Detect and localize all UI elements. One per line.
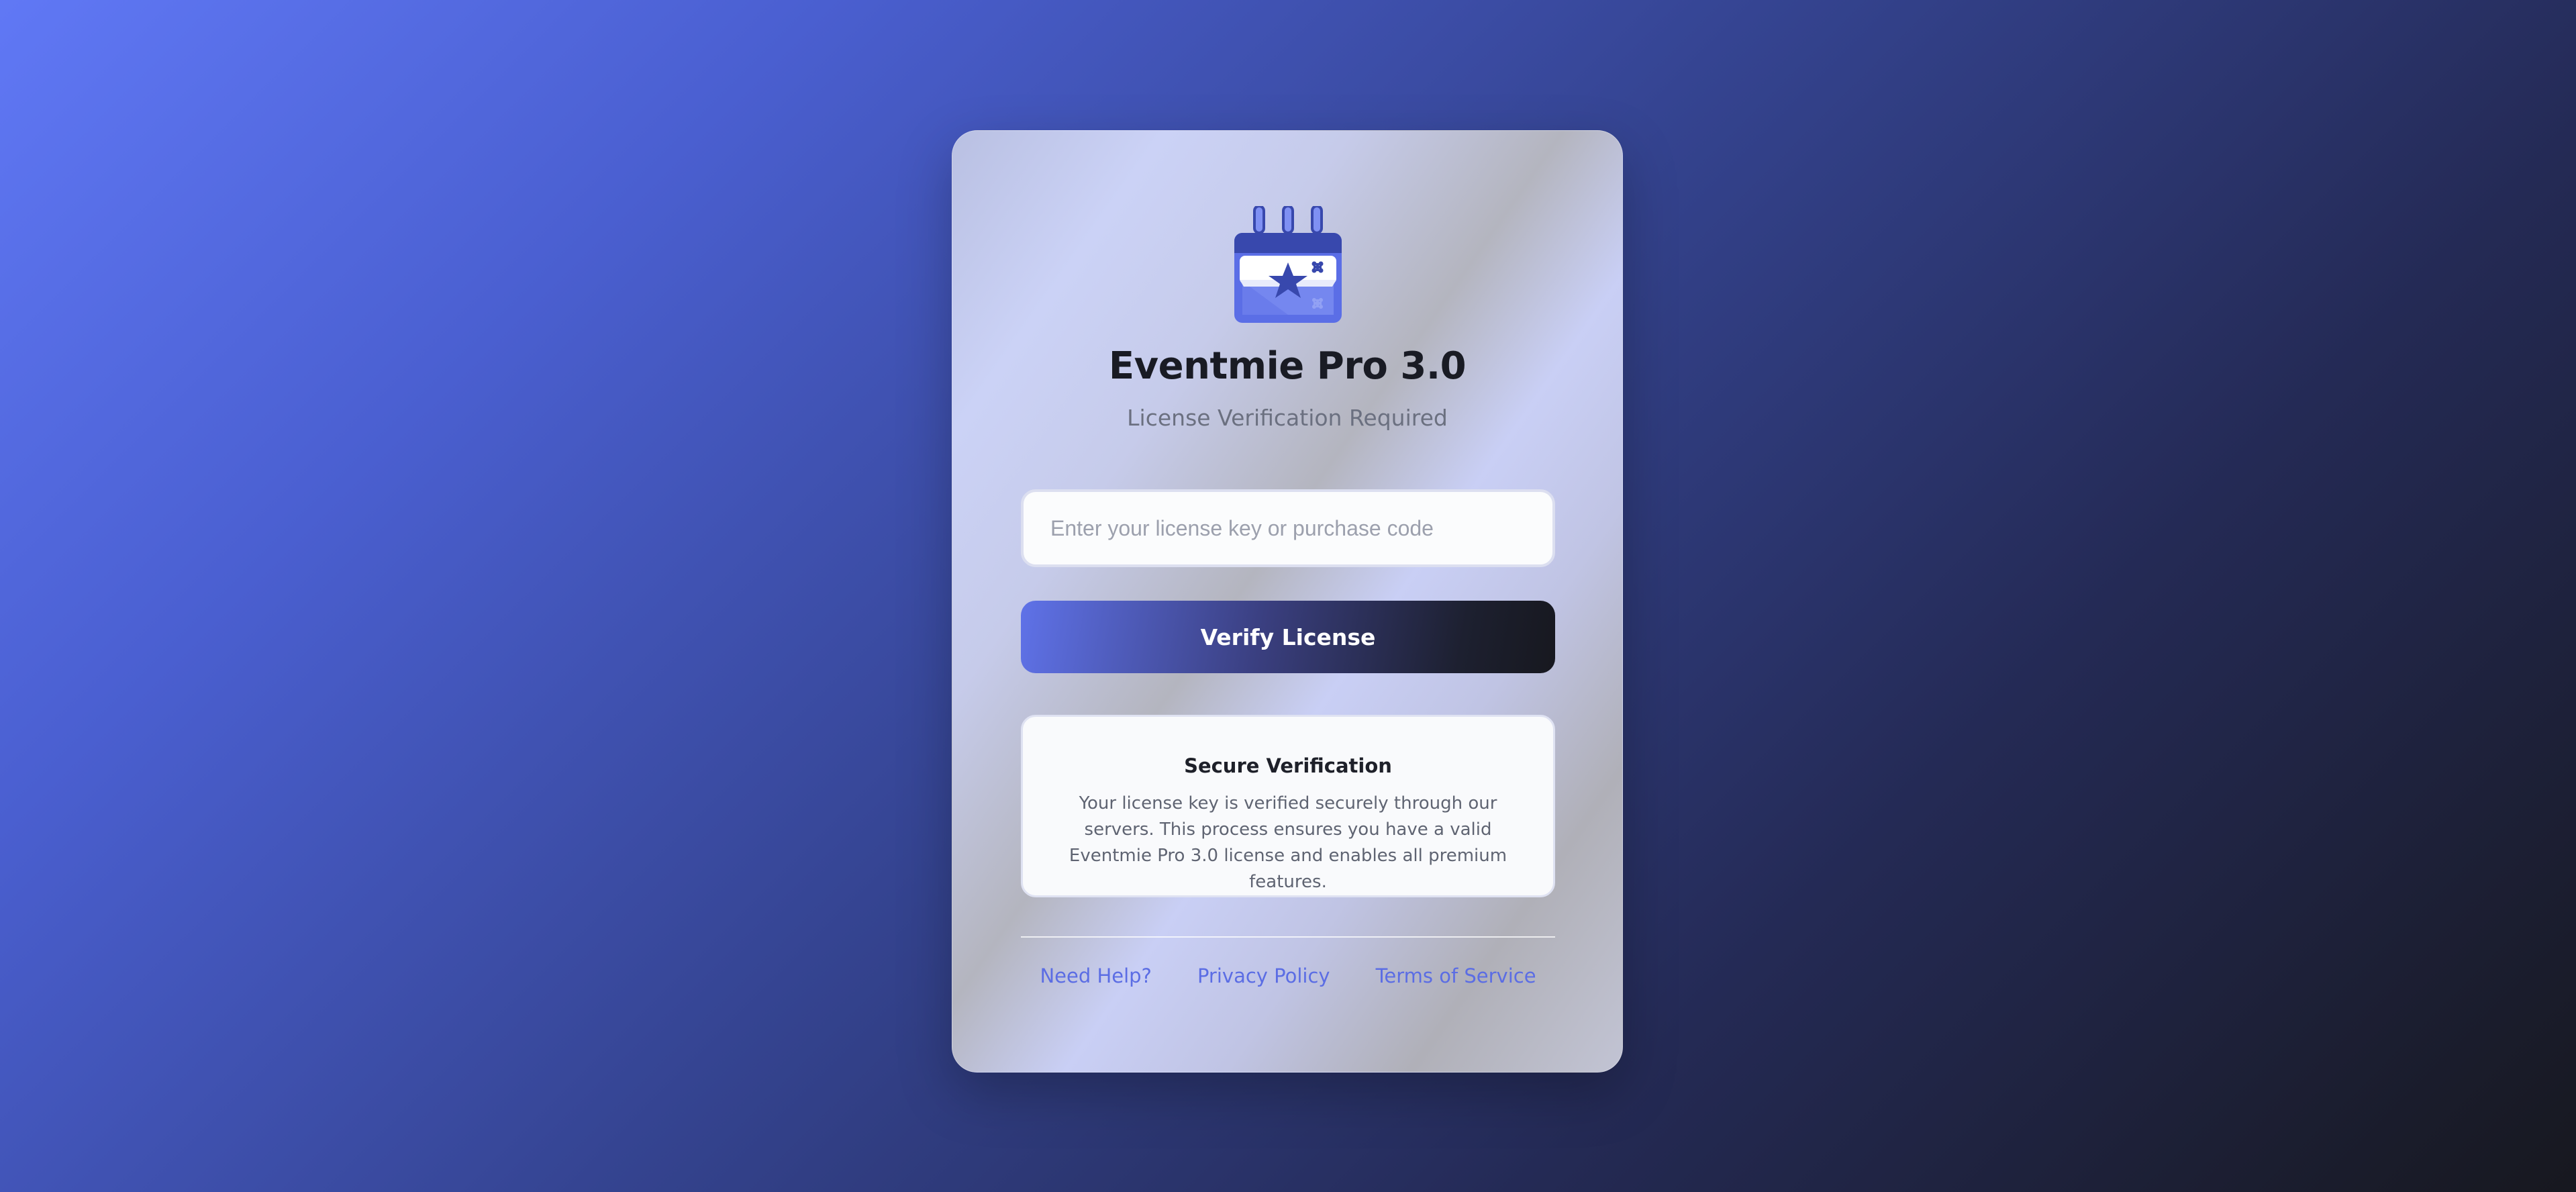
- privacy-policy-link[interactable]: Privacy Policy: [1197, 964, 1330, 987]
- info-title: Secure Verification: [1184, 754, 1392, 777]
- secure-verification-notice: Secure Verification Your license key is …: [1021, 715, 1555, 897]
- footer-divider: [1021, 936, 1555, 938]
- license-card: Eventmie Pro 3.0 License Verification Re…: [952, 130, 1623, 1073]
- info-text: Your license key is verified securely th…: [1069, 793, 1507, 892]
- footer-links: Need Help? Privacy Policy Terms of Servi…: [1021, 964, 1555, 987]
- terms-of-service-link[interactable]: Terms of Service: [1376, 964, 1536, 987]
- verify-license-button[interactable]: Verify License: [1021, 601, 1555, 673]
- need-help-link[interactable]: Need Help?: [1040, 964, 1152, 987]
- page-title: Eventmie Pro 3.0: [1108, 344, 1467, 388]
- license-key-input[interactable]: [1021, 489, 1555, 567]
- calendar-star-icon: [1232, 205, 1344, 324]
- page-subtitle: License Verification Required: [1127, 405, 1448, 431]
